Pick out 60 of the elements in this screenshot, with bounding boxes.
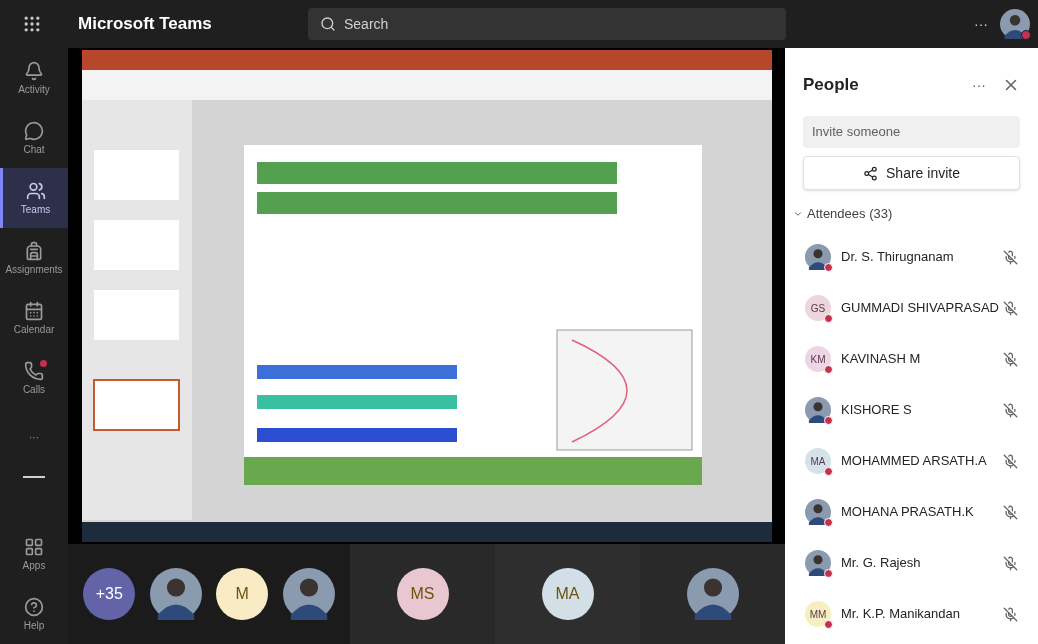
rail-item[interactable]: Chat: [0, 108, 68, 168]
teams-icon: [25, 181, 46, 201]
avatar-photo: [686, 568, 739, 620]
attendee-row[interactable]: MA MOHAMMED ARSATH.A: [785, 435, 1038, 487]
attendee-row[interactable]: Dr. S. Thirugnanam: [785, 231, 1038, 283]
avatar-photo: [282, 568, 335, 620]
avatar-initials: GS: [805, 295, 831, 321]
avatar-photo: [805, 397, 831, 423]
attendee-name: KISHORE S: [841, 401, 913, 420]
section-header[interactable]: Attendees (33): [785, 204, 1038, 224]
apps-icon: [24, 537, 44, 557]
avatar-initials: KM: [805, 346, 831, 372]
share-icon: [863, 165, 879, 181]
attendee-name: KAVINASH M: [841, 350, 922, 369]
avatar-photo: [805, 244, 831, 270]
rail-item[interactable]: ···: [0, 408, 68, 468]
chat-icon: [24, 121, 44, 141]
profile-avatar: [1000, 9, 1030, 39]
bell-icon: [24, 61, 44, 81]
attendee-name: GUMMADI SHIVAPRASAD: [841, 299, 1000, 318]
search-field[interactable]: Search: [308, 8, 786, 40]
calendar-icon: [24, 301, 44, 321]
bag-icon: [24, 241, 44, 261]
avatar-photo: [805, 499, 831, 525]
avatar-photo: [149, 568, 202, 620]
attendee-name: Mr. K.P. Manikandan: [841, 605, 961, 624]
avatar-initials: MM: [805, 601, 831, 627]
panel-title: People: [803, 74, 860, 97]
avatar-initials: MS: [396, 568, 449, 620]
avatar-initials: MA: [541, 568, 594, 620]
rail-item[interactable]: Calendar: [0, 288, 68, 348]
phone-icon: [24, 361, 44, 381]
invite-field[interactable]: Invite someone: [803, 116, 1020, 148]
rail-item[interactable]: Assignments: [0, 228, 68, 288]
rail-item[interactable]: Help: [0, 584, 68, 644]
app-launcher-icon[interactable]: [22, 14, 42, 34]
attendee-row[interactable]: MOHANA PRASATH.K: [785, 486, 1038, 538]
rail-item[interactable]: Teams: [0, 168, 68, 228]
avatar-initials: MA: [805, 448, 831, 474]
avatar-initials: M: [216, 568, 269, 620]
attendee-name: MOHAMMED ARSATH.A: [841, 452, 988, 471]
attendee-row[interactable]: Mr. G. Rajesh: [785, 537, 1038, 589]
attendee-row[interactable]: KISHORE S: [785, 384, 1038, 436]
app-title: Microsoft Teams: [78, 13, 213, 36]
attendee-name: MOHANA PRASATH.K: [841, 503, 975, 522]
attendee-row[interactable]: GS GUMMADI SHIVAPRASAD: [785, 282, 1038, 334]
share-invite-button[interactable]: Share invite: [803, 156, 1020, 190]
more-button[interactable]: ···: [974, 13, 988, 35]
search-icon: [320, 16, 336, 32]
more-participants: +35: [83, 568, 136, 620]
attendee-row[interactable]: KM KAVINASH M: [785, 333, 1038, 385]
attendee-name: Mr. G. Rajesh: [841, 554, 922, 573]
rail-item[interactable]: Apps: [0, 524, 68, 584]
help-icon: [24, 597, 44, 617]
rail-item[interactable]: Calls: [0, 348, 68, 408]
attendee-row[interactable]: MM Mr. K.P. Manikandan: [785, 588, 1038, 640]
more-button[interactable]: ···: [972, 74, 986, 96]
rail-item[interactable]: Activity: [0, 48, 68, 108]
attendee-name: Dr. S. Thirugnanam: [841, 248, 955, 267]
avatar-photo: [805, 550, 831, 576]
